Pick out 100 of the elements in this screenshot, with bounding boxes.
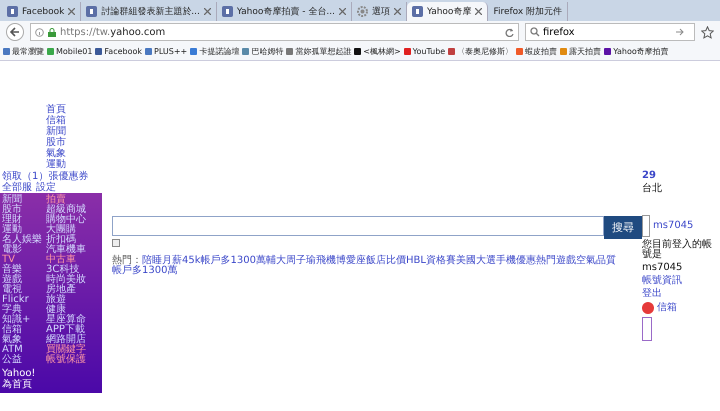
bookmark-link[interactable]: 當妳孤單想起誰 [286,46,352,57]
service-link[interactable]: Flickr [2,295,46,305]
browser-tab[interactable]: Yahoo奇摩 [406,2,488,21]
service-link[interactable]: 知識+ [2,315,46,325]
bookmark-link[interactable]: 蝦皮拍賣 [516,46,558,57]
close-icon [68,8,76,15]
service-link[interactable]: 股市 [2,205,46,215]
username: ms7045 [642,263,684,273]
bookmark-link[interactable]: 巴哈姆特 [242,46,284,57]
service-link[interactable]: ATM [2,345,46,355]
service-link[interactable]: 新聞 [2,195,46,205]
service-link[interactable]: 健康 [46,305,102,315]
service-link[interactable]: 時尚美妝 [46,275,102,285]
account-info-link[interactable]: 帳號資訊 [642,276,720,286]
bookmark-link[interactable]: 露天拍賣 [560,46,602,57]
trending-link[interactable]: 陪睡月薪45k [142,256,201,266]
bookmark-link[interactable]: Facebook [95,47,142,56]
service-link[interactable]: 信箱 [2,325,46,335]
service-link[interactable]: 音樂 [2,265,46,275]
service-link[interactable]: 名人娛樂 [2,235,46,245]
search-box[interactable]: firefox [525,23,695,41]
service-link[interactable]: 理財 [2,215,46,225]
service-link[interactable]: 公益 [2,355,46,365]
search-icon [530,27,540,37]
gear-icon [356,6,368,17]
close-icon [394,8,401,15]
service-link[interactable]: 3C科技 [46,265,102,275]
settings-link[interactable]: 設定 [36,183,56,193]
nav-link[interactable]: 氣象 [46,149,104,159]
trending-link[interactable]: HBL資格賽 [406,256,456,266]
service-link[interactable]: 旅遊 [46,295,102,305]
site-icon [86,6,98,17]
notification-dot [642,302,654,314]
service-link[interactable]: 超級商城 [46,205,102,215]
bookmark-link[interactable]: Mobile01 [47,47,92,56]
close-icon [204,8,211,15]
trending-link[interactable]: 熱門遊戲 [536,256,576,266]
bookmark-link[interactable]: <楓林網> [354,46,401,57]
all-services-link[interactable]: 全部服 [2,183,32,193]
nav-link[interactable]: 新聞 [46,127,104,137]
bookmark-link[interactable]: 最常瀏覽 [3,46,44,57]
bookmark-link[interactable]: 〈泰奧尼修斯〉 [448,46,514,57]
service-link[interactable]: 遊戲 [2,275,46,285]
logout-link[interactable]: 登出 [642,289,720,299]
service-link[interactable]: 星座算命 [46,315,102,325]
arrow-icon [676,28,684,36]
nav-link[interactable]: 信箱 [46,116,104,126]
trending-link[interactable]: 美國大選 [456,256,496,266]
service-link[interactable]: 房地產 [46,285,102,295]
service-link[interactable]: 運動 [2,225,46,235]
broken-image-icon [642,215,650,237]
service-link[interactable]: TV [2,255,46,265]
site-icon [412,6,423,17]
service-link[interactable]: 汽車機車 [46,245,102,255]
trending-link[interactable]: 手機優惠 [496,256,536,266]
homepage-link[interactable]: Yahoo! [2,369,102,379]
service-link[interactable]: 購物中心 [46,215,102,225]
service-link[interactable]: 大團購 [46,225,102,235]
trending-label: 熱門： [112,256,142,266]
service-link[interactable]: 氣象 [2,335,46,345]
site-icon [222,6,233,17]
back-arrow-icon [10,27,20,37]
bookmark-link[interactable]: 卡提諾論壇 [190,46,240,57]
service-link[interactable]: 中古車 [46,255,102,265]
url-text: https://tw.yahoo.com [60,26,166,38]
trending-link[interactable]: 帳戶多1300萬 [112,266,178,276]
trending-link[interactable]: 輔大周子瑜 [266,256,316,266]
service-link[interactable]: 買關鍵字 [46,345,102,355]
nav-link[interactable]: 股市 [46,138,104,148]
info-icon [35,28,44,36]
service-link[interactable]: 電影 [2,245,46,255]
mail-link[interactable]: 信箱 [657,303,677,313]
trending-link[interactable]: 帳戶多1300萬 [200,256,266,266]
search-button[interactable]: 搜尋 [604,216,642,239]
bookmark-link[interactable]: PLUS++ [145,47,188,56]
trending-link[interactable]: 空氣品質 [576,256,616,266]
service-link[interactable]: 電視 [2,285,46,295]
padlock-icon [48,28,56,36]
close-icon [338,8,346,15]
username-link[interactable]: ms7045 [653,221,694,231]
service-link[interactable]: 字典 [2,305,46,315]
back-button[interactable] [6,23,24,41]
bookmark-link[interactable]: Yahoo奇摩拍賣 [604,46,669,57]
bookmark-link[interactable]: YouTube [404,47,446,56]
trending-link[interactable]: 飯店比價 [366,256,406,266]
login-prompt: 您目前登入的帳號是 [642,240,713,260]
service-link[interactable]: 網路開店 [46,335,102,345]
city-name: 台北 [642,184,663,194]
nav-link[interactable]: 首頁 [46,105,104,115]
service-link[interactable]: 折扣碼 [46,235,102,245]
homepage-link[interactable]: 為首頁 [2,380,102,390]
coupon-link[interactable]: 領取（1）張優惠券 [0,170,104,183]
reload-icon [505,28,514,36]
service-link[interactable]: APP下載 [46,325,102,335]
address-bar[interactable]: https://tw.yahoo.com [30,23,519,41]
trending-link[interactable]: 飛機博愛座 [316,256,366,266]
service-link[interactable]: 帳號保護 [46,355,102,365]
broken-image-icon [642,317,652,341]
nav-link[interactable]: 運動 [46,160,104,170]
search-input[interactable] [112,216,604,236]
